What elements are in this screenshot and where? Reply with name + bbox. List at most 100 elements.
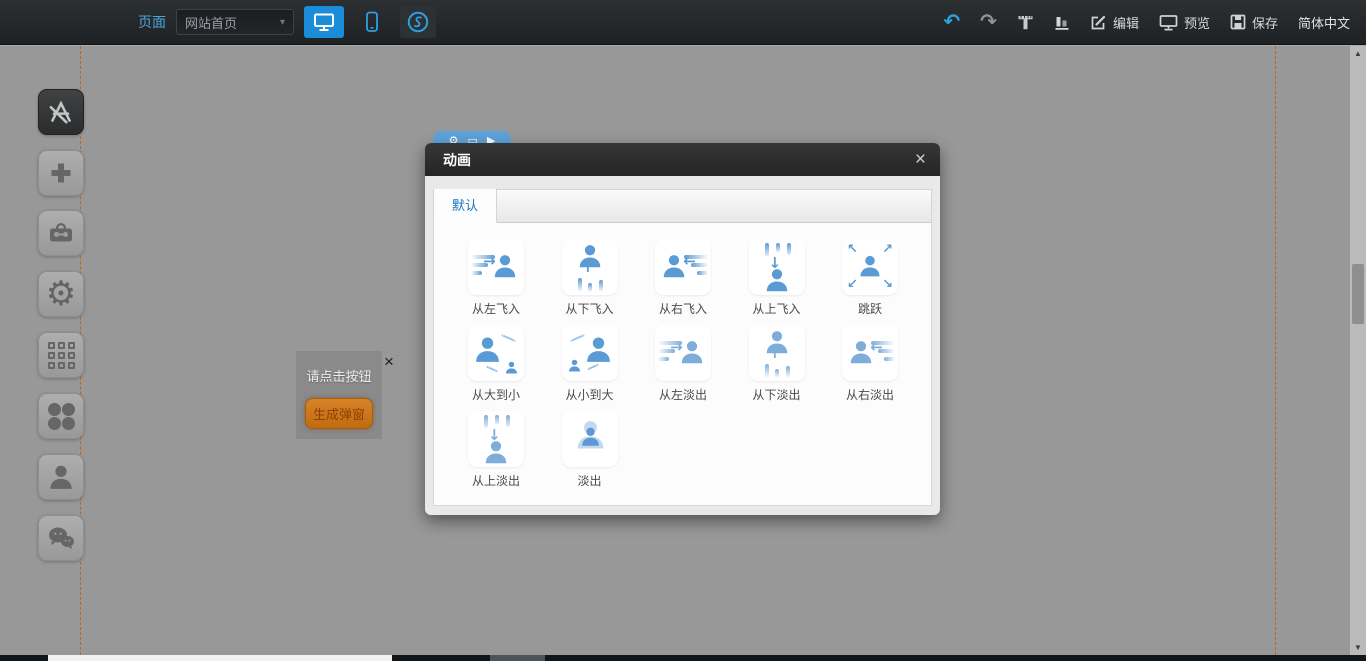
fade-out-right-icon: ← xyxy=(842,325,898,381)
animation-item[interactable]: ↖↗↙↘ 跳跃 xyxy=(842,239,932,325)
scroll-down-icon[interactable]: ▼ xyxy=(1350,643,1366,652)
trigger-hint-text: 请点击按钮 xyxy=(306,366,371,385)
animation-item-label: 从右飞入 xyxy=(655,300,711,317)
sidebar-item-toolbox[interactable] xyxy=(38,210,84,256)
gear-icon: ⚙ xyxy=(46,277,76,311)
tab-default[interactable]: 默认 xyxy=(434,189,497,223)
undo-icon[interactable]: ↶ xyxy=(943,12,960,32)
fly-in-top-icon: ↓ xyxy=(749,239,805,295)
animation-item[interactable]: ↑ 从下淡出 xyxy=(749,325,843,411)
remove-widget-button[interactable]: × xyxy=(384,353,394,370)
page-label: 页面 xyxy=(138,12,166,32)
page-select-value: 网站首页 xyxy=(185,13,237,32)
desktop-view-icon xyxy=(313,12,335,32)
mobile-view-button[interactable] xyxy=(354,6,390,38)
sidebar-item-widgets[interactable] xyxy=(38,89,84,135)
horizontal-scrollbar[interactable] xyxy=(0,655,1366,661)
sidebar-item-settings[interactable]: ⚙ xyxy=(38,271,84,317)
animation-item-label: 从左飞入 xyxy=(468,300,524,317)
generate-popup-button[interactable]: 生成弹窗 xyxy=(305,398,373,429)
chevron-down-icon: ▾ xyxy=(280,17,285,28)
edit-icon xyxy=(1090,14,1107,31)
jump-icon: ↖↗↙↘ xyxy=(842,239,898,295)
scroll-up-icon[interactable]: ▲ xyxy=(1350,49,1366,58)
page-select[interactable]: 网站首页 ▾ xyxy=(176,9,294,35)
animation-item[interactable]: ↑ 从下飞入 xyxy=(562,239,656,325)
fade-out-left-icon: → xyxy=(655,325,711,381)
person-icon xyxy=(46,462,76,492)
animation-item[interactable]: ← 从右飞入 xyxy=(655,239,749,325)
small-to-big-icon xyxy=(562,325,618,381)
fly-in-bottom-icon: ↑ xyxy=(562,239,618,295)
tab-default-label: 默认 xyxy=(452,198,478,213)
animation-item[interactable]: → 从左飞入 xyxy=(468,239,562,325)
animation-dialog: 动画 × 默认 → 从左飞入 ↑ 从下飞入 ← 从右飞入 ↓ 从上飞入 ↖↗↙↘ 跳跃从大到小 从小… xyxy=(425,143,940,515)
link-button[interactable] xyxy=(400,6,436,38)
animation-item-label: 从上飞入 xyxy=(749,300,805,317)
preview-label: 预览 xyxy=(1184,13,1210,32)
sidebar-item-modules[interactable] xyxy=(38,332,84,378)
sidebar-item-member[interactable] xyxy=(38,454,84,500)
edit-button[interactable]: 编辑 xyxy=(1090,13,1139,32)
fly-in-right-icon: ← xyxy=(655,239,711,295)
sidebar-item-wechat[interactable] xyxy=(38,515,84,561)
animation-item[interactable]: → 从左淡出 xyxy=(655,325,749,411)
animation-grid: → 从左飞入 ↑ 从下飞入 ← 从右飞入 ↓ 从上飞入 ↖↗↙↘ 跳跃从大到小 从小到大 → 从左淡出 ↑… xyxy=(434,223,931,497)
dialog-title: 动画 xyxy=(443,150,471,170)
vertical-scrollbar-thumb[interactable] xyxy=(1352,264,1364,324)
animation-item-label: 淡出 xyxy=(562,472,618,489)
horizontal-scrollbar-segment xyxy=(490,655,545,661)
canvas: ⚙ 请点击按钮 生成弹窗 × ⚙ ▭ ▶ xyxy=(0,45,1366,655)
animation-item-label: 从大到小 xyxy=(468,386,524,403)
close-icon[interactable]: × xyxy=(915,150,926,169)
site-builder-app: 页面 网站首页 ▾ ↶ ↷ xyxy=(0,0,1366,661)
toolbox-icon xyxy=(47,219,75,247)
animation-item-label: 从右淡出 xyxy=(842,386,898,403)
language-label[interactable]: 简体中文 xyxy=(1298,13,1350,32)
appstore-icon xyxy=(46,97,76,127)
animation-item[interactable]: 从大到小 xyxy=(468,325,562,411)
animation-item-label: 从下飞入 xyxy=(562,300,618,317)
save-label: 保存 xyxy=(1252,13,1278,32)
top-toolbar: 页面 网站首页 ▾ ↶ ↷ xyxy=(0,0,1366,45)
fly-in-left-icon: → xyxy=(468,239,524,295)
mobile-view-icon xyxy=(363,11,381,33)
fade-out-icon xyxy=(562,411,618,467)
dialog-titlebar[interactable]: 动画 × xyxy=(425,143,940,176)
animation-item[interactable]: 从小到大 xyxy=(562,325,656,411)
dialog-tabs: 默认 xyxy=(433,189,932,223)
fade-out-bottom-icon: ↑ xyxy=(749,325,805,381)
popup-trigger-widget[interactable]: 请点击按钮 生成弹窗 xyxy=(296,351,382,439)
save-icon xyxy=(1230,14,1246,30)
page-guide-right xyxy=(1275,46,1276,655)
animation-item[interactable]: ← 从右淡出 xyxy=(842,325,932,411)
edit-label: 编辑 xyxy=(1113,13,1139,32)
animation-item-label: 从小到大 xyxy=(562,386,618,403)
wechat-icon xyxy=(46,524,76,552)
animation-item-label: 从下淡出 xyxy=(749,386,805,403)
preview-button[interactable]: 预览 xyxy=(1159,13,1210,32)
vertical-scrollbar[interactable]: ▲ ▼ xyxy=(1350,46,1366,655)
fade-out-top-icon: ↓ xyxy=(468,411,524,467)
animation-item-label: 从左淡出 xyxy=(655,386,711,403)
animation-item-label: 跳跃 xyxy=(842,300,898,317)
sidebar-item-add[interactable] xyxy=(38,150,84,196)
save-button[interactable]: 保存 xyxy=(1230,13,1278,32)
clover-icon xyxy=(48,403,75,430)
plus-icon xyxy=(47,159,75,187)
preview-icon xyxy=(1159,14,1178,31)
desktop-view-button[interactable] xyxy=(304,6,344,38)
animation-item[interactable]: 淡出 xyxy=(562,411,656,497)
stats-icon[interactable] xyxy=(1054,14,1070,31)
ruler-icon[interactable] xyxy=(1017,14,1034,31)
redo-icon[interactable]: ↷ xyxy=(980,12,997,32)
animation-panel: → 从左飞入 ↑ 从下飞入 ← 从右飞入 ↓ 从上飞入 ↖↗↙↘ 跳跃从大到小 从小到大 → 从左淡出 ↑… xyxy=(433,223,932,506)
link-icon xyxy=(406,10,430,34)
sidebar-item-apps[interactable] xyxy=(38,393,84,439)
big-to-small-icon xyxy=(468,325,524,381)
horizontal-scrollbar-thumb[interactable] xyxy=(48,655,392,661)
animation-item[interactable]: ↓ 从上飞入 xyxy=(749,239,843,325)
grid-icon xyxy=(48,342,75,369)
animation-item-label: 从上淡出 xyxy=(468,472,524,489)
animation-item[interactable]: ↓ 从上淡出 xyxy=(468,411,562,497)
